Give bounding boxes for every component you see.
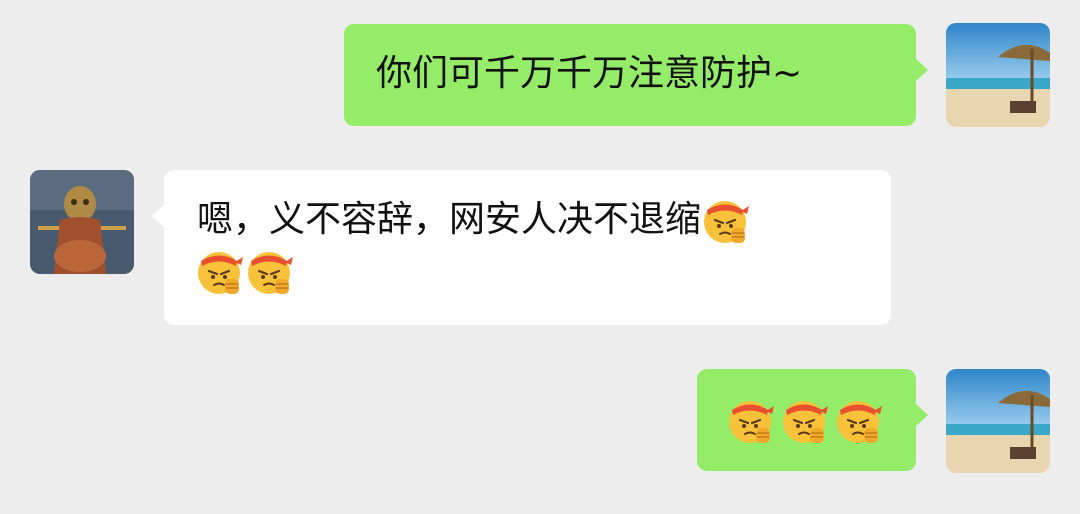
bubble-tail [915,58,928,82]
message-text: 你们可千万千万注意防护~ [376,53,803,94]
determined-emoji-icon [726,396,776,446]
message-text: 嗯，义不容辞，网安人决不退缩 [197,199,702,240]
determined-emoji-icon [701,196,751,246]
message-emoji-line [195,246,891,297]
bubble-tail [915,403,928,427]
determined-emoji-icon [195,247,245,297]
message-line: 嗯，义不容辞，网安人决不退缩 [197,195,891,246]
determined-emoji-icon [834,396,884,446]
beach-umbrella-avatar[interactable] [946,369,1050,473]
received-message-bubble[interactable]: 嗯，义不容辞，网安人决不退缩 [152,170,891,325]
determined-emoji-icon [780,396,830,446]
monkey-king-figurine-avatar[interactable] [30,170,134,274]
beach-umbrella-avatar[interactable] [946,23,1050,127]
sent-message-bubble[interactable]: 你们可千万千万注意防护~ [344,24,928,126]
determined-emoji-icon [245,247,295,297]
sent-emoji-bubble[interactable] [697,369,928,471]
bubble-tail [152,204,165,228]
